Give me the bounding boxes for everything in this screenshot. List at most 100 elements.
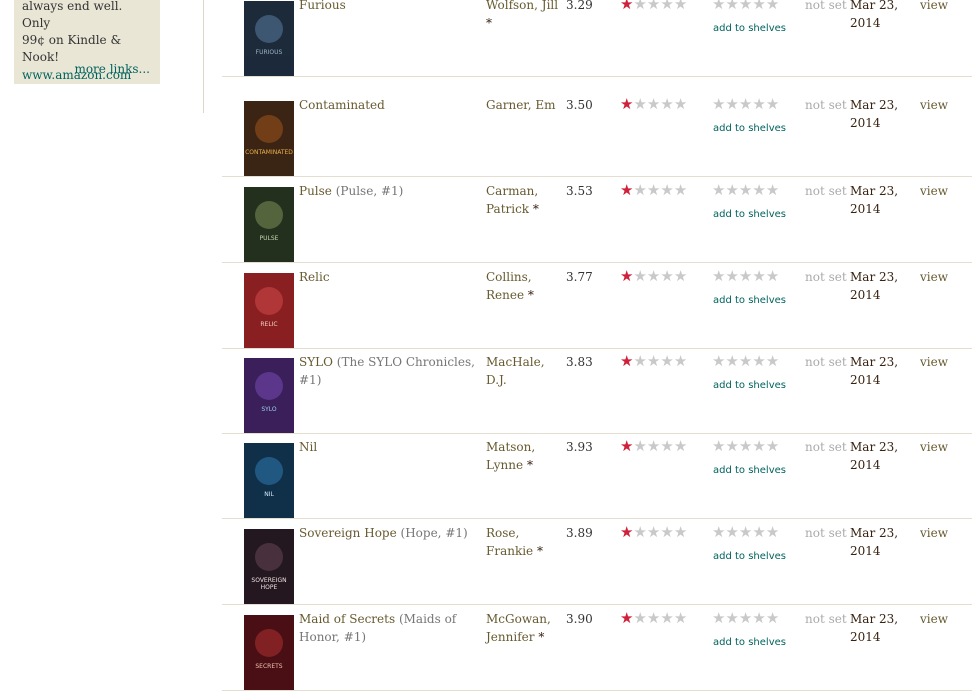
star-filled-icon[interactable]: ★ — [620, 181, 633, 199]
star-empty-icon[interactable]: ★ — [647, 267, 660, 285]
star-empty-icon[interactable]: ★ — [647, 352, 660, 370]
star-filled-icon[interactable]: ★ — [620, 523, 633, 541]
star-empty-icon[interactable]: ★ — [660, 437, 673, 455]
view-link[interactable]: view — [920, 96, 948, 114]
star-empty-icon[interactable]: ★ — [647, 523, 660, 541]
user-rating-stars[interactable]: ★★★★★ — [620, 438, 687, 454]
book-title-link[interactable]: Sovereign Hope — [299, 526, 397, 540]
star-empty-icon[interactable]: ★ — [647, 609, 660, 627]
view-link[interactable]: view — [920, 610, 948, 628]
star-empty-icon[interactable]: ★ — [766, 181, 779, 199]
star-empty-icon[interactable]: ★ — [647, 95, 660, 113]
star-filled-icon[interactable]: ★ — [620, 437, 633, 455]
star-empty-icon[interactable]: ★ — [739, 267, 752, 285]
star-empty-icon[interactable]: ★ — [674, 609, 687, 627]
book-title-link[interactable]: Furious — [299, 0, 346, 12]
view-link[interactable]: view — [920, 268, 948, 286]
book-cover[interactable]: CONTAMINATED — [244, 101, 294, 176]
add-to-shelves-link[interactable]: add to shelves — [713, 123, 786, 134]
star-empty-icon[interactable]: ★ — [739, 609, 752, 627]
star-empty-icon[interactable]: ★ — [674, 181, 687, 199]
star-empty-icon[interactable]: ★ — [647, 181, 660, 199]
add-to-shelves-link[interactable]: add to shelves — [713, 551, 786, 562]
add-to-shelves-link[interactable]: add to shelves — [713, 209, 786, 220]
star-empty-icon[interactable]: ★ — [752, 523, 765, 541]
star-empty-icon[interactable]: ★ — [725, 437, 738, 455]
book-title-link[interactable]: SYLO — [299, 355, 333, 369]
more-links-link[interactable]: more links... — [74, 61, 150, 78]
star-empty-icon[interactable]: ★ — [674, 95, 687, 113]
star-empty-icon[interactable]: ★ — [739, 352, 752, 370]
star-empty-icon[interactable]: ★ — [674, 437, 687, 455]
star-filled-icon[interactable]: ★ — [620, 267, 633, 285]
view-link[interactable]: view — [920, 524, 948, 542]
user-rating-stars[interactable]: ★★★★★ — [620, 0, 687, 12]
user-rating-stars[interactable]: ★★★★★ — [620, 524, 687, 540]
book-title-link[interactable]: Maid of Secrets — [299, 612, 395, 626]
star-empty-icon[interactable]: ★ — [633, 609, 646, 627]
star-empty-icon[interactable]: ★ — [660, 352, 673, 370]
book-cover[interactable]: SECRETS — [244, 615, 294, 690]
star-empty-icon[interactable]: ★ — [739, 523, 752, 541]
star-empty-icon[interactable]: ★ — [712, 267, 725, 285]
star-empty-icon[interactable]: ★ — [633, 437, 646, 455]
author-link[interactable]: Collins, Renee — [486, 270, 532, 302]
star-empty-icon[interactable]: ★ — [752, 609, 765, 627]
star-filled-icon[interactable]: ★ — [620, 95, 633, 113]
book-cover[interactable]: PULSE — [244, 187, 294, 262]
star-empty-icon[interactable]: ★ — [766, 352, 779, 370]
star-empty-icon[interactable]: ★ — [712, 437, 725, 455]
author-link[interactable]: Garner, Em — [486, 98, 556, 112]
star-empty-icon[interactable]: ★ — [725, 267, 738, 285]
view-link[interactable]: view — [920, 0, 948, 14]
star-empty-icon[interactable]: ★ — [766, 609, 779, 627]
my-rating-stars[interactable]: ★★★★★ — [712, 268, 779, 284]
star-empty-icon[interactable]: ★ — [752, 267, 765, 285]
star-empty-icon[interactable]: ★ — [674, 352, 687, 370]
my-rating-stars[interactable]: ★★★★★ — [712, 524, 779, 540]
star-empty-icon[interactable]: ★ — [739, 437, 752, 455]
user-rating-stars[interactable]: ★★★★★ — [620, 610, 687, 626]
add-to-shelves-link[interactable]: add to shelves — [713, 380, 786, 391]
star-empty-icon[interactable]: ★ — [739, 0, 752, 13]
star-empty-icon[interactable]: ★ — [712, 95, 725, 113]
view-link[interactable]: view — [920, 438, 948, 456]
star-empty-icon[interactable]: ★ — [660, 181, 673, 199]
star-empty-icon[interactable]: ★ — [725, 609, 738, 627]
star-empty-icon[interactable]: ★ — [739, 95, 752, 113]
star-empty-icon[interactable]: ★ — [752, 95, 765, 113]
star-empty-icon[interactable]: ★ — [633, 181, 646, 199]
star-empty-icon[interactable]: ★ — [660, 267, 673, 285]
my-rating-stars[interactable]: ★★★★★ — [712, 96, 779, 112]
book-cover[interactable]: SYLO — [244, 358, 294, 433]
author-link[interactable]: Carman, Patrick — [486, 184, 538, 216]
add-to-shelves-link[interactable]: add to shelves — [713, 295, 786, 306]
star-empty-icon[interactable]: ★ — [725, 0, 738, 13]
add-to-shelves-link[interactable]: add to shelves — [713, 465, 786, 476]
view-link[interactable]: view — [920, 182, 948, 200]
star-empty-icon[interactable]: ★ — [739, 181, 752, 199]
star-empty-icon[interactable]: ★ — [752, 352, 765, 370]
star-filled-icon[interactable]: ★ — [620, 0, 633, 13]
add-to-shelves-link[interactable]: add to shelves — [713, 637, 786, 648]
my-rating-stars[interactable]: ★★★★★ — [712, 610, 779, 626]
view-link[interactable]: view — [920, 353, 948, 371]
add-to-shelves-link[interactable]: add to shelves — [713, 23, 786, 34]
star-empty-icon[interactable]: ★ — [766, 437, 779, 455]
star-empty-icon[interactable]: ★ — [725, 181, 738, 199]
star-empty-icon[interactable]: ★ — [660, 95, 673, 113]
star-empty-icon[interactable]: ★ — [752, 0, 765, 13]
star-empty-icon[interactable]: ★ — [712, 0, 725, 13]
my-rating-stars[interactable]: ★★★★★ — [712, 182, 779, 198]
user-rating-stars[interactable]: ★★★★★ — [620, 182, 687, 198]
book-title-link[interactable]: Contaminated — [299, 98, 385, 112]
star-empty-icon[interactable]: ★ — [660, 609, 673, 627]
star-empty-icon[interactable]: ★ — [674, 0, 687, 13]
star-empty-icon[interactable]: ★ — [712, 523, 725, 541]
star-empty-icon[interactable]: ★ — [660, 0, 673, 13]
book-cover[interactable]: FURIOUS — [244, 1, 294, 76]
star-filled-icon[interactable]: ★ — [620, 609, 633, 627]
star-empty-icon[interactable]: ★ — [766, 0, 779, 13]
star-filled-icon[interactable]: ★ — [620, 352, 633, 370]
star-empty-icon[interactable]: ★ — [712, 181, 725, 199]
